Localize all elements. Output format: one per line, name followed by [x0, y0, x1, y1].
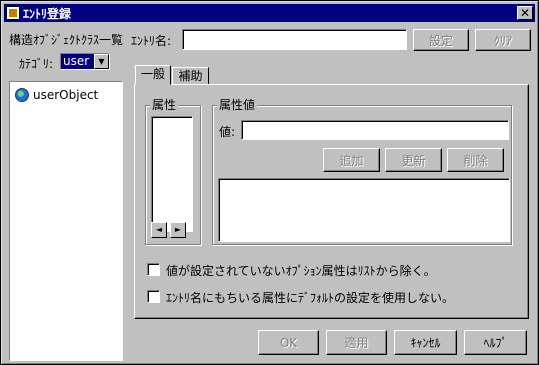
apply-button[interactable]: 適用: [326, 330, 387, 355]
exclude-unset-checkbox[interactable]: [147, 263, 160, 276]
object-class-tree[interactable]: userObject: [9, 81, 123, 361]
attribute-list[interactable]: [151, 116, 193, 232]
globe-icon: [15, 88, 29, 102]
tab-auxiliary[interactable]: 補助: [172, 67, 209, 84]
add-button[interactable]: 追加: [323, 148, 380, 172]
title-bar: ｴﾝﾄﾘ登録 ✕: [4, 4, 535, 22]
tree-item[interactable]: userObject: [15, 88, 98, 102]
entry-registration-window: ｴﾝﾄﾘ登録 ✕ 構造ｵﾌﾞｼﾞｪｸﾄｸﾗｽ一覧 ｶﾃｺﾞﾘ: user ▼ u…: [0, 0, 539, 365]
value-input[interactable]: [241, 120, 509, 140]
class-list-label: 構造ｵﾌﾞｼﾞｪｸﾄｸﾗｽ一覧: [9, 33, 124, 47]
entry-name-input[interactable]: [182, 29, 407, 50]
no-default-checkbox[interactable]: [147, 290, 160, 303]
clear-button[interactable]: ｸﾘｱ: [475, 29, 531, 51]
value-label: 値:: [219, 125, 236, 139]
delete-button[interactable]: 削除: [447, 148, 504, 172]
tab-panel-general: 属性 ◄ ► 属性値 値: 追加 更新 削除 値が設定されていないｵﾌﾟｼｮﾝ属…: [134, 84, 529, 319]
tree-item-label: userObject: [33, 88, 99, 102]
attribute-value-group: 属性値 値: 追加 更新 削除: [212, 99, 512, 245]
attribute-value-group-title: 属性値: [217, 98, 258, 112]
help-button[interactable]: ﾍﾙﾌﾟ: [464, 330, 527, 355]
tab-general[interactable]: 一般: [135, 65, 171, 85]
exclude-unset-label: 値が設定されていないｵﾌﾟｼｮﾝ属性はﾘｽﾄから除く。: [166, 264, 436, 278]
category-label: ｶﾃｺﾞﾘ:: [19, 57, 54, 71]
scroll-left-button[interactable]: ◄: [151, 222, 167, 238]
app-icon: [6, 6, 20, 20]
scroll-right-button[interactable]: ►: [170, 222, 186, 238]
ok-button[interactable]: OK: [258, 330, 319, 355]
category-value: user: [63, 54, 90, 68]
attribute-group-title: 属性: [150, 98, 179, 112]
window-title: ｴﾝﾄﾘ登録: [23, 6, 72, 21]
chevron-down-icon[interactable]: ▼: [94, 54, 109, 69]
attribute-group: 属性 ◄ ►: [145, 99, 201, 245]
close-window-button[interactable]: ✕: [517, 6, 533, 20]
update-button[interactable]: 更新: [385, 148, 442, 172]
entry-name-label: ｴﾝﾄﾘ名:: [131, 34, 172, 48]
no-default-label: ｴﾝﾄﾘ名にもちいる属性にﾃﾞﾌｫﾙﾄの設定を使用しない。: [166, 291, 455, 305]
value-list[interactable]: [218, 178, 510, 242]
cancel-button[interactable]: ｷｬﾝｾﾙ: [394, 330, 457, 355]
set-button[interactable]: 設定: [413, 29, 469, 51]
category-select[interactable]: user ▼: [60, 53, 110, 70]
